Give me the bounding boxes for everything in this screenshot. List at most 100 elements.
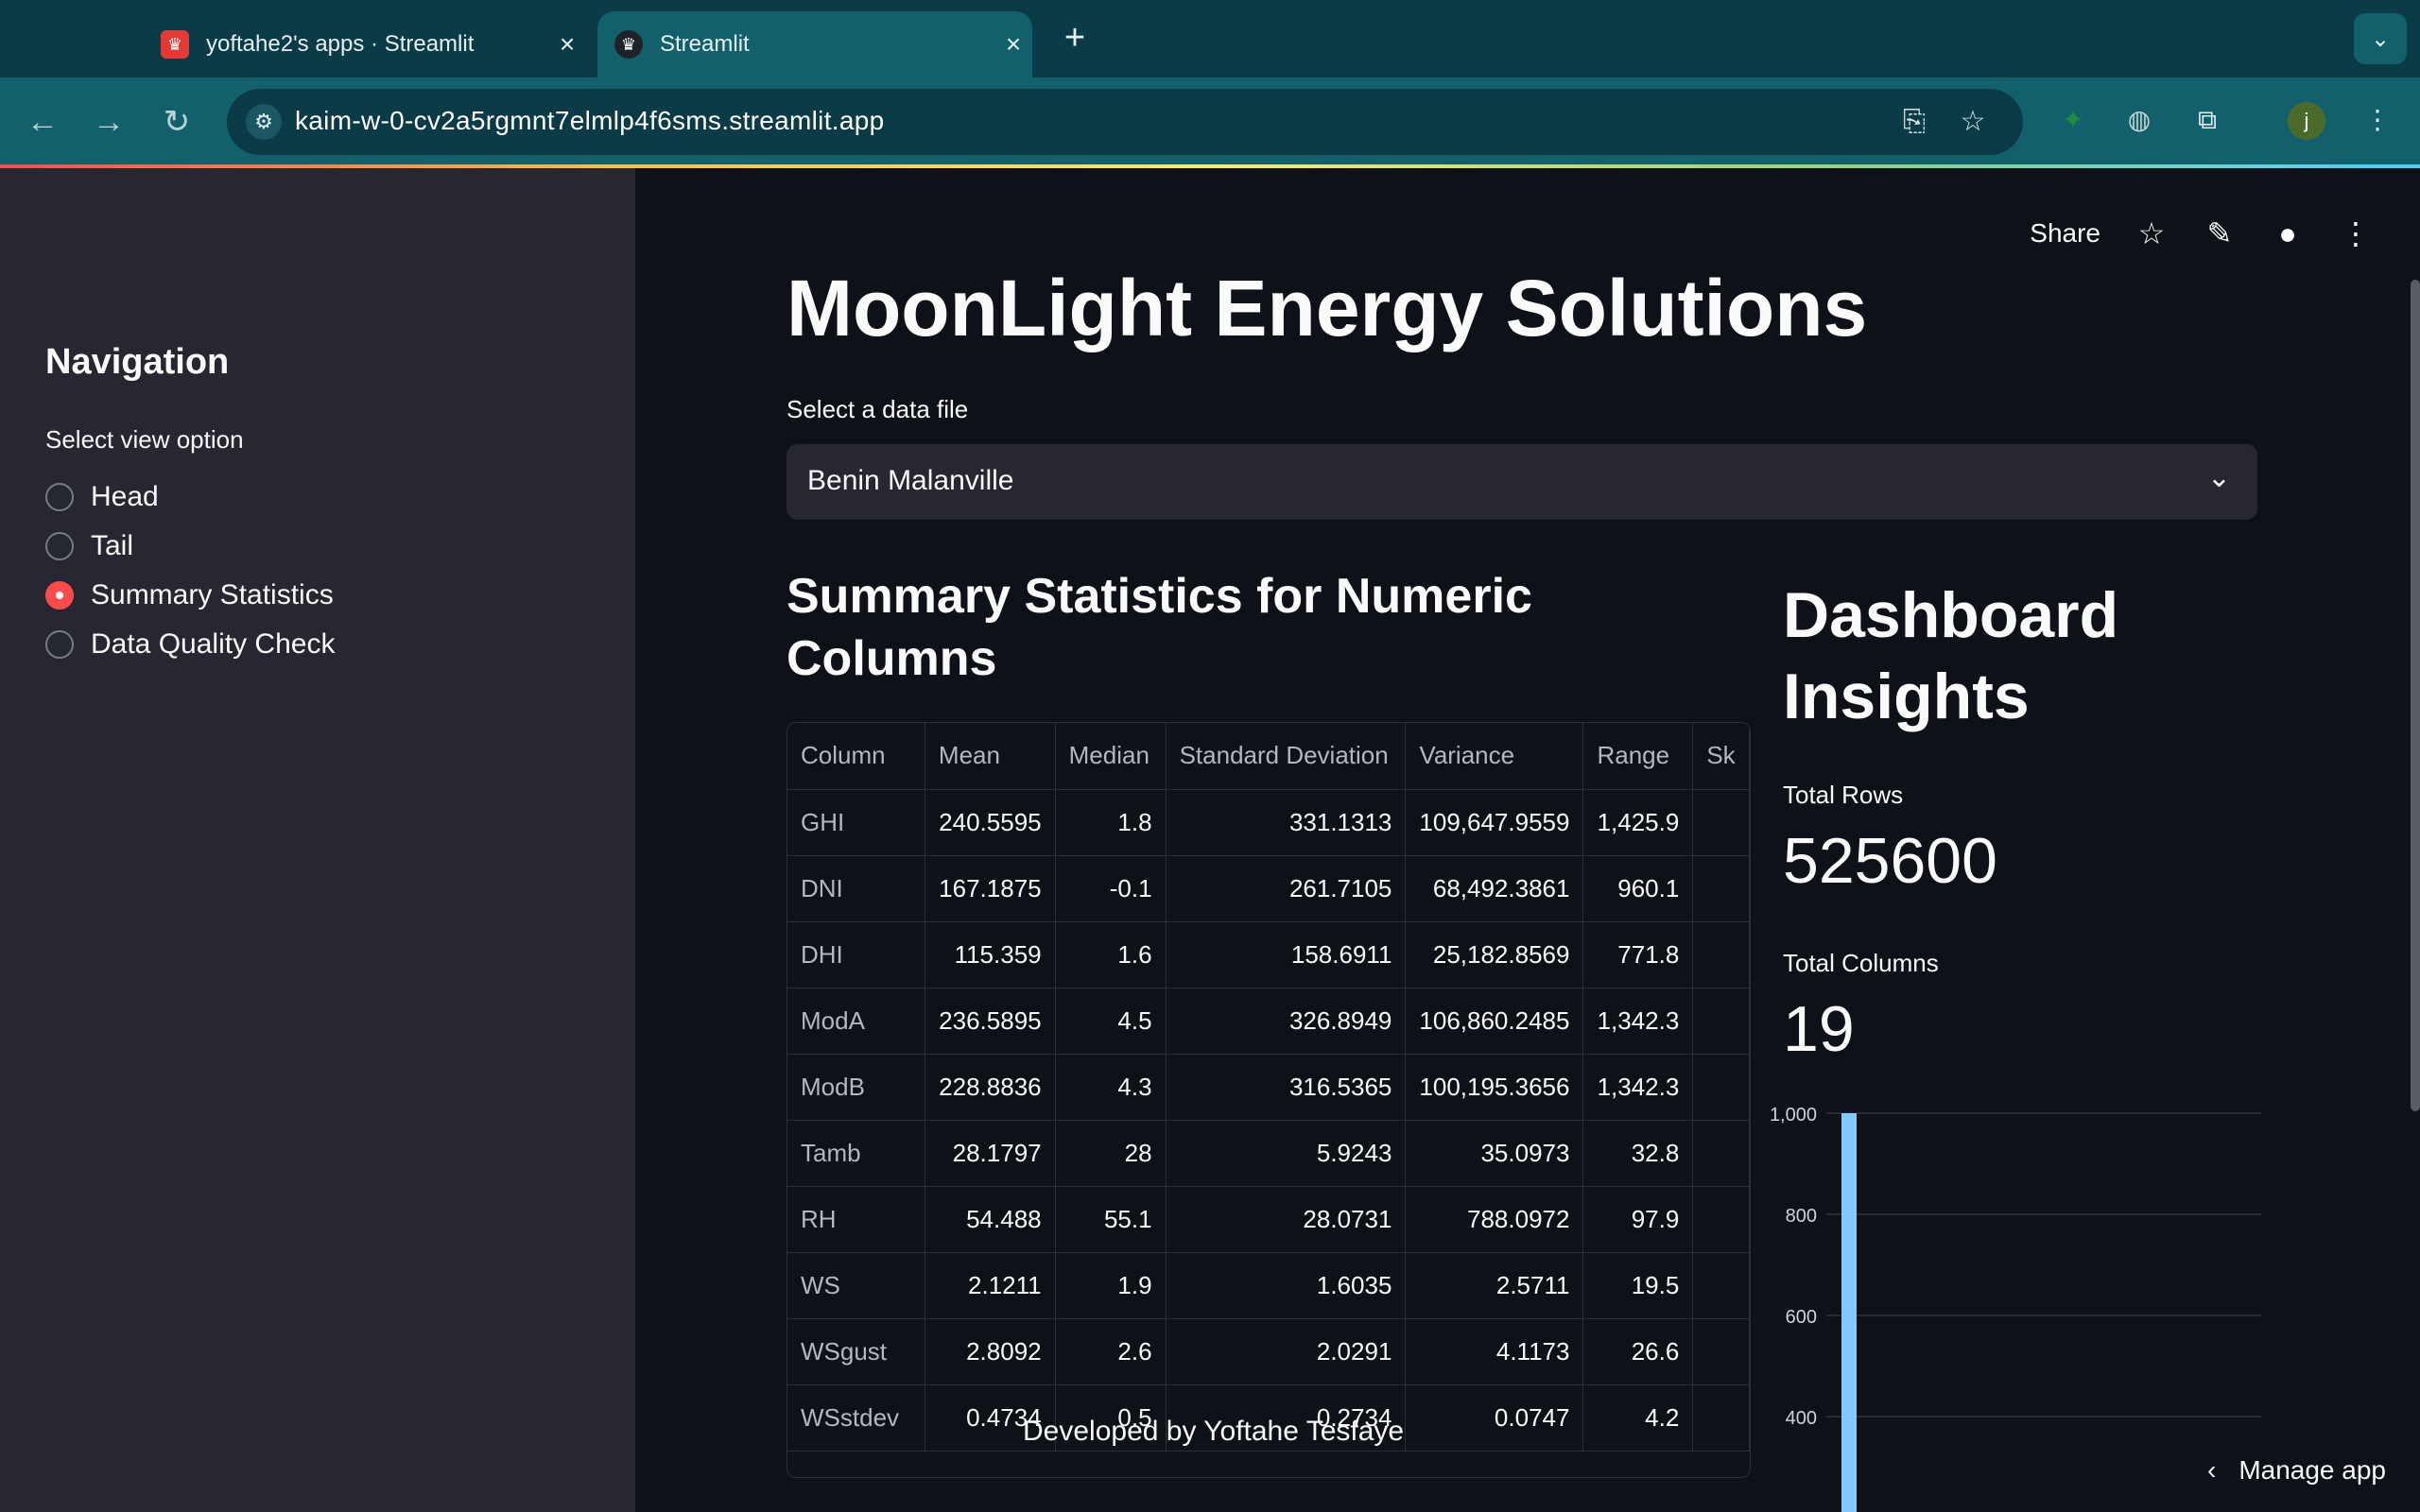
row-label-cell[interactable]: WSstdev [787, 1384, 925, 1452]
column-header[interactable]: Column [787, 723, 925, 790]
row-label-cell[interactable]: RH [787, 1186, 925, 1253]
radio-option-summary-statistics[interactable]: Summary Statistics [45, 575, 334, 616]
bookmark-star-icon[interactable]: ☆ [1953, 102, 1993, 142]
table-cell[interactable]: 2.5711 [1405, 1252, 1584, 1319]
scrollbar[interactable] [2411, 280, 2420, 1111]
table-cell[interactable]: 240.5595 [925, 789, 1056, 856]
table-cell[interactable]: 2.8092 [925, 1318, 1056, 1385]
row-label-cell[interactable]: GHI [787, 789, 925, 856]
back-button[interactable]: ← [19, 98, 66, 146]
summary-stats-table[interactable]: Column Mean Median Standard Deviation Va… [786, 722, 1751, 1478]
close-icon[interactable]: × [994, 29, 1032, 60]
table-cell[interactable]: 28.1797 [925, 1120, 1056, 1187]
table-cell[interactable]: 771.8 [1582, 921, 1694, 988]
column-header[interactable]: Median [1055, 723, 1167, 790]
column-header[interactable]: Standard Deviation [1166, 723, 1407, 790]
histogram-chart[interactable]: 1,000 800 600 400 [1770, 1094, 2261, 1512]
globe-icon[interactable]: ◍ [2118, 98, 2161, 142]
table-cell[interactable]: 109,647.9559 [1405, 789, 1584, 856]
radio-circle[interactable] [45, 532, 74, 560]
browser-tab-apps[interactable]: ♛ yoftahe2's apps · Streamlit × [142, 11, 586, 77]
menu-kebab-icon[interactable]: ⋮ [2356, 98, 2399, 142]
row-label-cell[interactable]: Tamb [787, 1120, 925, 1187]
table-cell[interactable]: 26.6 [1582, 1318, 1694, 1385]
table-cell[interactable]: 28.0731 [1166, 1186, 1407, 1253]
table-cell[interactable]: 228.8836 [925, 1054, 1056, 1121]
table-cell[interactable]: 2.6 [1055, 1318, 1167, 1385]
edit-pencil-icon[interactable]: ✎ [2203, 215, 2237, 251]
table-cell[interactable]: 115.359 [925, 921, 1056, 988]
puzzle-icon[interactable]: ⧉ [2186, 98, 2229, 142]
table-cell[interactable]: 0.0747 [1405, 1384, 1584, 1452]
radio-option-data-quality-check[interactable]: Data Quality Check [45, 624, 335, 665]
table-cell[interactable] [1692, 1252, 1750, 1319]
table-cell[interactable] [1692, 1384, 1750, 1452]
table-cell[interactable]: 1,425.9 [1582, 789, 1694, 856]
close-icon[interactable]: × [548, 29, 586, 60]
table-cell[interactable]: 1.9 [1055, 1252, 1167, 1319]
table-cell[interactable]: 158.6911 [1166, 921, 1407, 988]
table-cell[interactable]: 1.6 [1055, 921, 1167, 988]
radio-circle[interactable] [45, 630, 74, 659]
table-cell[interactable] [1692, 855, 1750, 922]
table-cell[interactable]: 100,195.3656 [1405, 1054, 1584, 1121]
reload-button[interactable]: ↻ [153, 98, 200, 146]
table-cell[interactable]: 167.1875 [925, 855, 1056, 922]
tab-search-button[interactable]: ⌄ [2354, 13, 2407, 64]
table-cell[interactable] [1692, 789, 1750, 856]
table-cell[interactable]: 4.3 [1055, 1054, 1167, 1121]
radio-option-tail[interactable]: Tail [45, 525, 133, 567]
column-header[interactable]: Mean [925, 723, 1056, 790]
table-cell[interactable]: 261.7105 [1166, 855, 1407, 922]
histogram-bar[interactable] [1841, 1113, 1857, 1512]
manage-app-button[interactable]: ‹ Manage app [2207, 1455, 2386, 1486]
browser-tab-streamlit[interactable]: ♛ Streamlit × [597, 11, 1032, 77]
row-label-cell[interactable]: ModB [787, 1054, 925, 1121]
table-cell[interactable]: 326.8949 [1166, 988, 1407, 1055]
table-cell[interactable]: 1.6035 [1166, 1252, 1407, 1319]
table-cell[interactable]: 1,342.3 [1582, 988, 1694, 1055]
table-cell[interactable]: -0.1 [1055, 855, 1167, 922]
table-cell[interactable]: 19.5 [1582, 1252, 1694, 1319]
table-cell[interactable]: 4.2 [1582, 1384, 1694, 1452]
data-file-select[interactable]: Benin Malanville ⌄ [786, 444, 2257, 520]
radio-circle[interactable] [45, 483, 74, 511]
table-cell[interactable]: 35.0973 [1405, 1120, 1584, 1187]
table-cell[interactable] [1692, 1318, 1750, 1385]
new-tab-button[interactable]: + [1054, 17, 1096, 59]
table-cell[interactable] [1692, 1054, 1750, 1121]
table-cell[interactable]: 788.0972 [1405, 1186, 1584, 1253]
table-cell[interactable]: 68,492.3861 [1405, 855, 1584, 922]
table-cell[interactable]: 55.1 [1055, 1186, 1167, 1253]
table-cell[interactable]: 236.5895 [925, 988, 1056, 1055]
row-label-cell[interactable]: WS [787, 1252, 925, 1319]
more-menu-icon[interactable]: ⋮ [2339, 215, 2373, 251]
table-cell[interactable]: 1,342.3 [1582, 1054, 1694, 1121]
radio-circle-selected[interactable] [45, 581, 74, 610]
table-cell[interactable]: 2.1211 [925, 1252, 1056, 1319]
extension-icon[interactable]: ✦ [2051, 98, 2095, 142]
github-icon[interactable]: ● [2271, 216, 2305, 251]
row-label-cell[interactable]: WSgust [787, 1318, 925, 1385]
share-button[interactable]: Share [2030, 218, 2100, 249]
table-cell[interactable]: 97.9 [1582, 1186, 1694, 1253]
star-icon[interactable]: ☆ [2135, 215, 2169, 251]
table-cell[interactable]: 106,860.2485 [1405, 988, 1584, 1055]
profile-avatar[interactable]: j [2288, 102, 2325, 140]
column-header[interactable]: Variance [1405, 723, 1584, 790]
table-cell[interactable] [1692, 1120, 1750, 1187]
table-cell[interactable] [1692, 988, 1750, 1055]
table-cell[interactable]: 316.5365 [1166, 1054, 1407, 1121]
address-bar[interactable]: ⚙ kaim-w-0-cv2a5rgmnt7elmlp4f6sms.stream… [227, 89, 2023, 155]
install-app-icon[interactable]: ⎘ [1894, 102, 1934, 142]
table-cell[interactable]: 1.8 [1055, 789, 1167, 856]
forward-button[interactable]: → [85, 98, 132, 146]
table-cell[interactable]: 960.1 [1582, 855, 1694, 922]
table-cell[interactable]: 4.5 [1055, 988, 1167, 1055]
table-cell[interactable]: 32.8 [1582, 1120, 1694, 1187]
radio-option-head[interactable]: Head [45, 476, 159, 518]
site-settings-icon[interactable]: ⚙ [246, 104, 282, 140]
table-cell[interactable] [1692, 921, 1750, 988]
column-header[interactable]: Range [1582, 723, 1694, 790]
table-cell[interactable]: 331.1313 [1166, 789, 1407, 856]
